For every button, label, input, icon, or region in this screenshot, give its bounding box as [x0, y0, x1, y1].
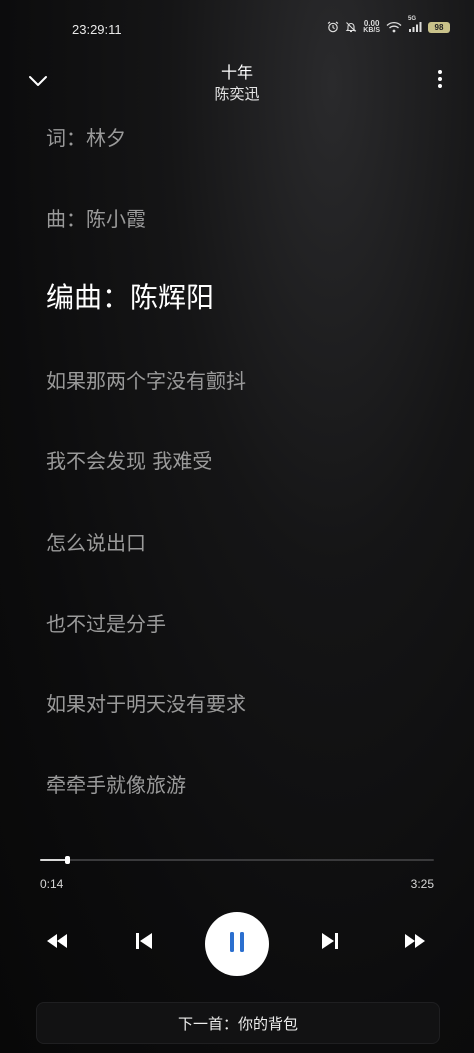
- battery-icon: 98: [428, 21, 450, 33]
- signal-icon: 5G: [408, 16, 422, 33]
- fast-forward-icon: [403, 933, 427, 953]
- next-icon: [320, 932, 340, 954]
- net-speed: 0.00 KB/S: [363, 19, 380, 35]
- play-pause-button[interactable]: [205, 912, 269, 976]
- total-time: 3:25: [410, 877, 434, 891]
- current-time: 0:14: [40, 877, 64, 891]
- fast-forward-button[interactable]: [400, 930, 430, 956]
- progress-track: [40, 859, 434, 861]
- rewind-button[interactable]: [42, 930, 72, 956]
- progress-fill: [40, 859, 67, 861]
- signal-label: 5G: [408, 16, 417, 22]
- lyric-line[interactable]: 曲：陈小霞: [46, 203, 146, 232]
- status-time: 23:29:11: [72, 22, 122, 37]
- status-bar: 23:29:11 0.00 KB/S 5G 98: [0, 0, 474, 60]
- lyric-line[interactable]: 牵牵手就像旅游: [46, 769, 186, 798]
- player-header: 十年 陈奕迅: [0, 55, 474, 110]
- lyric-line-active[interactable]: 编曲：陈辉阳: [46, 276, 214, 316]
- previous-button[interactable]: [129, 930, 159, 956]
- previous-icon: [134, 932, 154, 954]
- lyric-line[interactable]: 怎么说出口: [46, 527, 146, 556]
- more-options-button[interactable]: [430, 65, 450, 97]
- pause-icon: [228, 931, 246, 957]
- song-title: 十年: [220, 63, 253, 82]
- lyric-line[interactable]: 我不会发现 我难受: [46, 445, 212, 474]
- rewind-icon: [45, 933, 69, 953]
- status-icons: 0.00 KB/S 5G 98: [327, 16, 450, 35]
- next-song-label: 下一首：你的背包: [177, 1014, 298, 1033]
- lyric-line[interactable]: 也不过是分手: [46, 608, 166, 637]
- net-speed-unit: KB/S: [363, 27, 380, 34]
- progress-slider[interactable]: [40, 856, 434, 864]
- alarm-icon: [327, 21, 339, 33]
- mute-icon: [345, 21, 357, 33]
- lyric-line[interactable]: 词：林夕: [46, 122, 126, 151]
- more-vert-icon: [437, 69, 443, 93]
- progress-thumb[interactable]: [64, 856, 70, 864]
- lyric-line[interactable]: 如果那两个字没有颤抖: [46, 365, 246, 394]
- next-song-bar[interactable]: 下一首：你的背包: [36, 1002, 440, 1044]
- wifi-icon: [386, 21, 402, 33]
- next-button[interactable]: [315, 930, 345, 956]
- net-speed-value: 0.00: [363, 19, 380, 28]
- lyric-line[interactable]: 如果对于明天没有要求: [46, 688, 246, 717]
- artist-name[interactable]: 陈奕迅: [0, 83, 474, 104]
